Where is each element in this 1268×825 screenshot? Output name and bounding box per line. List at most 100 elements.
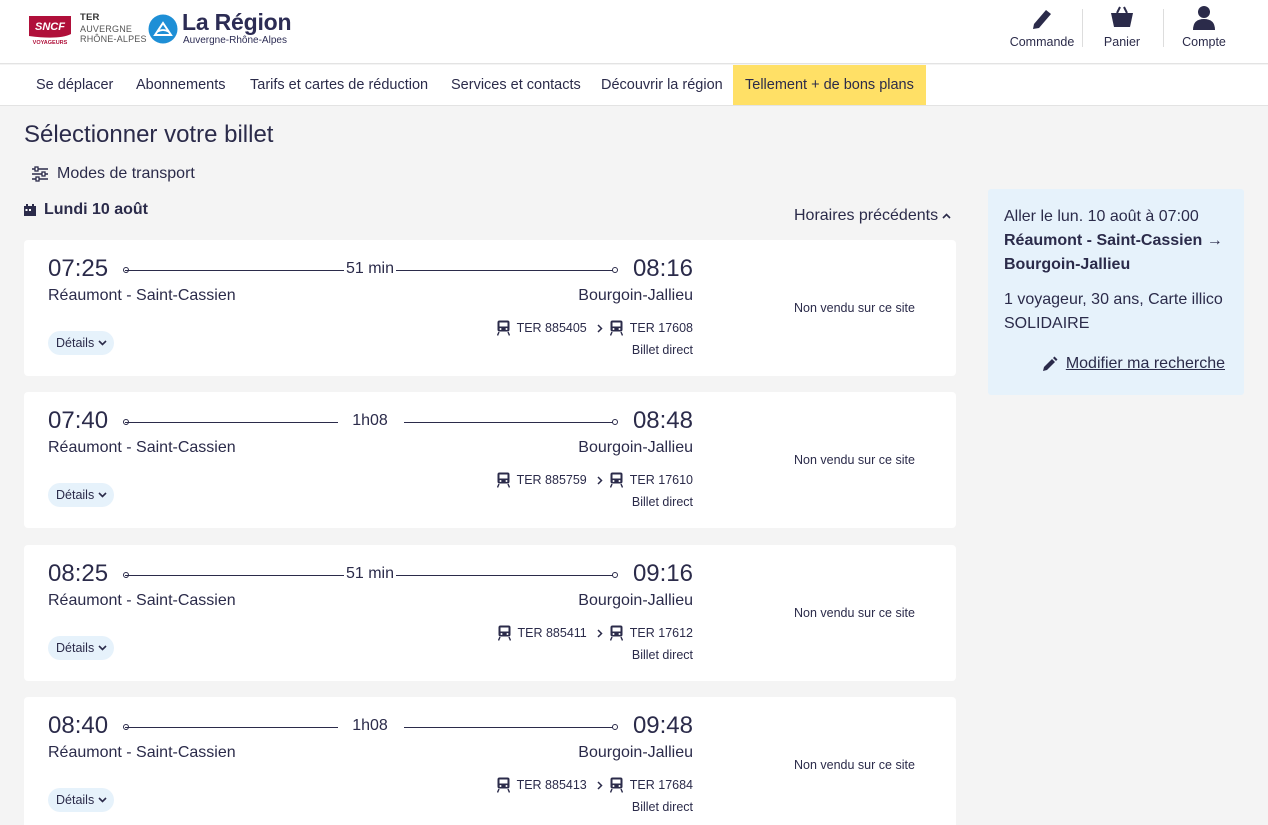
arrival-time: 09:48 <box>632 712 693 739</box>
chevron-right-icon <box>597 780 603 790</box>
timeline-left <box>125 727 338 728</box>
arrival-dot <box>612 267 618 273</box>
ticket-type: Billet direct <box>631 343 693 357</box>
chevron-right-icon <box>597 628 603 638</box>
train-number: TER 17608 <box>629 321 693 335</box>
departure-station: Réaumont - Saint-Cassien <box>48 439 236 456</box>
order-label: Commande <box>1009 35 1075 49</box>
timeline-left <box>125 422 338 423</box>
train-icon <box>497 625 511 641</box>
chevron-down-icon <box>98 340 107 346</box>
train-icon <box>496 320 510 336</box>
nav-item-fares[interactable]: Tarifs et cartes de réduction <box>238 65 440 105</box>
transport-modes-button[interactable]: Modes de transport <box>32 165 195 183</box>
departure-station: Réaumont - Saint-Cassien <box>48 744 236 761</box>
chevron-down-icon <box>98 797 107 803</box>
details-label: Détails <box>56 488 95 502</box>
ter-label: TER <box>80 12 100 23</box>
sale-status: Non vendu sur ce site <box>794 758 915 772</box>
timeline-right <box>396 575 616 576</box>
order-button[interactable]: Commande <box>1007 4 1077 52</box>
train-number: TER 17612 <box>629 626 693 640</box>
journey-card[interactable]: 08:25 51 min 09:16 Réaumont - Saint-Cassien… <box>24 545 956 681</box>
ter-region-line2: RHÔNE-ALPES <box>80 34 147 44</box>
train-number: TER 885411 <box>517 626 587 640</box>
region-name[interactable]: La Région <box>182 9 292 36</box>
train-list: TER 885413 TER 17684 <box>496 777 693 793</box>
details-label: Détails <box>56 641 95 655</box>
train-number: TER 885405 <box>516 321 587 335</box>
journey-duration: 1h08 <box>352 412 388 429</box>
cart-label: Panier <box>1103 35 1141 49</box>
ticket-type: Billet direct <box>631 495 693 509</box>
train-list: TER 885759 TER 17610 <box>496 472 693 488</box>
timeline-right <box>396 270 616 271</box>
chevron-down-icon <box>98 645 107 651</box>
journey-duration: 51 min <box>345 565 395 582</box>
train-number: TER 885413 <box>516 778 587 792</box>
train-icon <box>496 472 510 488</box>
search-summary: Aller le lun. 10 août à 07:00 Réaumont -… <box>988 189 1244 395</box>
site-header: SNCF VOYAGEURS TER AUVERGNE RHÔNE-ALPES … <box>0 0 1268 64</box>
sncf-logo-subtext: VOYAGEURS <box>33 40 68 46</box>
journey-card[interactable]: 07:40 1h08 08:48 Réaumont - Saint-Cassien Bo… <box>24 392 956 528</box>
departure-time: 07:40 <box>48 407 109 434</box>
ticket-type: Billet direct <box>631 800 693 814</box>
region-subtitle: Auvergne-Rhône-Alpes <box>183 35 287 46</box>
cart-button[interactable]: Panier <box>1092 4 1152 52</box>
modify-search-link[interactable]: Modifier ma recherche <box>1042 352 1225 376</box>
departure-time: 07:25 <box>48 255 109 282</box>
chevron-right-icon <box>597 323 603 333</box>
chevron-up-icon <box>942 213 951 219</box>
route-info: Réaumont - Saint-Cassien → Bourgoin-Jall… <box>1004 232 1223 273</box>
timeline-left <box>125 575 344 576</box>
nav-item-travel[interactable]: Se déplacer <box>24 65 125 105</box>
train-icon <box>496 777 510 793</box>
date-label: Lundi 10 août <box>44 201 148 218</box>
nav-item-discover[interactable]: Découvrir la région <box>589 65 735 105</box>
previous-times-link[interactable]: Horaires précédents <box>794 207 951 225</box>
journey-card[interactable]: 08:40 1h08 09:48 Réaumont - Saint-Cassien Bo… <box>24 697 956 825</box>
sncf-logo[interactable]: SNCF VOYAGEURS <box>29 14 71 46</box>
outbound-info: Aller le lun. 10 août à 07:00 <box>1004 208 1199 225</box>
train-icon <box>609 472 623 488</box>
train-number: TER 17610 <box>629 473 693 487</box>
account-button[interactable]: Compte <box>1174 4 1234 52</box>
arrival-time: 08:48 <box>632 407 693 434</box>
details-button[interactable]: Détails <box>48 636 114 660</box>
journey-duration: 1h08 <box>352 717 388 734</box>
train-list: TER 885411 TER 17612 <box>497 625 693 641</box>
region-logo-icon <box>148 14 178 44</box>
chevron-down-icon <box>98 492 107 498</box>
train-number: TER 885759 <box>516 473 587 487</box>
arrival-time: 08:16 <box>632 255 693 282</box>
arrival-dot <box>612 572 618 578</box>
ter-region-line1: AUVERGNE <box>80 23 133 34</box>
arrival-time: 09:16 <box>632 560 693 587</box>
timeline-left <box>125 270 344 271</box>
calendar-icon <box>24 204 36 216</box>
header-divider <box>1163 9 1164 47</box>
arrival-station: Bourgoin-Jallieu <box>578 744 693 761</box>
user-icon <box>1193 6 1215 30</box>
transport-modes-label: Modes de transport <box>57 165 195 182</box>
previous-times-label: Horaires précédents <box>794 207 939 224</box>
nav-item-deals[interactable]: Tellement + de bons plans <box>733 65 926 105</box>
train-list: TER 885405 TER 17608 <box>496 320 693 336</box>
arrival-dot <box>612 724 618 730</box>
pencil-ticket-icon <box>1033 10 1051 29</box>
departure-time: 08:25 <box>48 560 109 587</box>
arrival-dot <box>612 419 618 425</box>
train-icon <box>609 625 623 641</box>
sncf-logo-text: SNCF <box>35 21 65 33</box>
pencil-icon <box>1042 356 1058 371</box>
journey-card[interactable]: 07:25 51 min 08:16 Réaumont - Saint-Cassien… <box>24 240 956 376</box>
details-button[interactable]: Détails <box>48 788 114 812</box>
modify-search-label: Modifier ma recherche <box>1065 355 1225 372</box>
details-button[interactable]: Détails <box>48 483 114 507</box>
arrival-station: Bourgoin-Jallieu <box>578 287 693 304</box>
details-button[interactable]: Détails <box>48 331 114 355</box>
sale-status: Non vendu sur ce site <box>794 301 915 315</box>
nav-item-services[interactable]: Services et contacts <box>439 65 593 105</box>
nav-item-subscriptions[interactable]: Abonnements <box>124 65 237 105</box>
